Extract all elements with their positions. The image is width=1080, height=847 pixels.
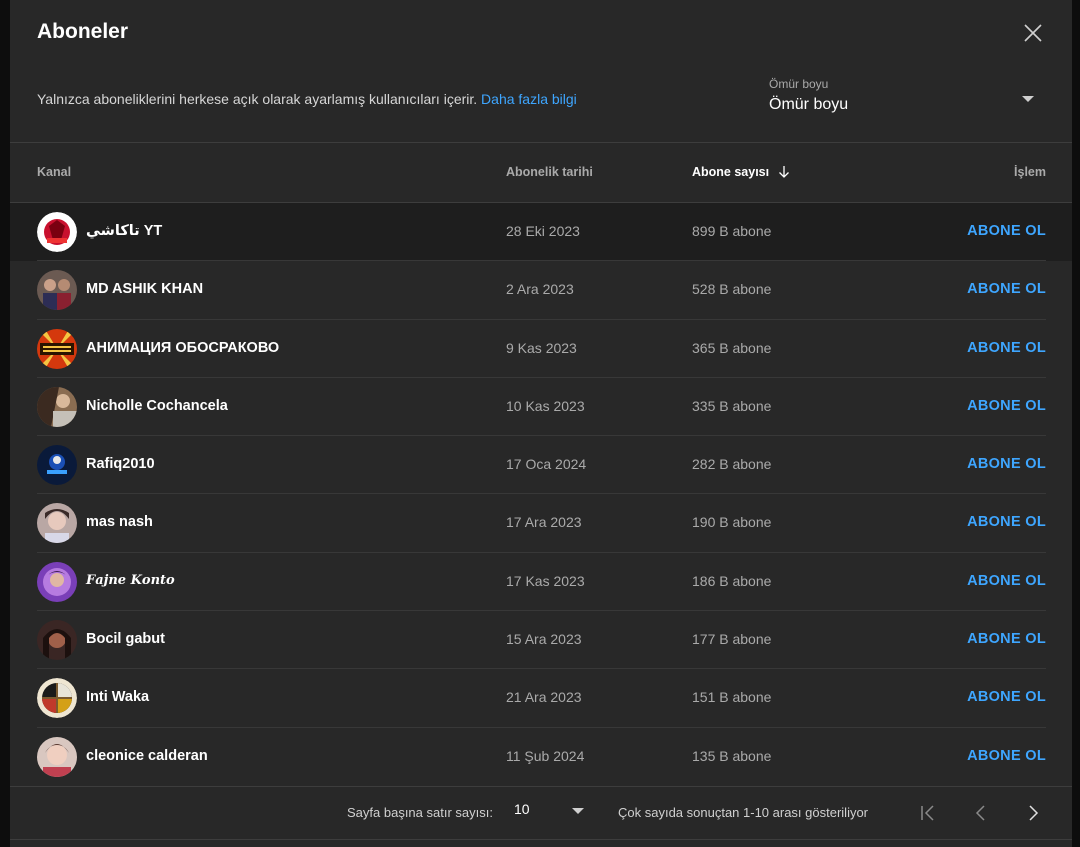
subscriber-count: 151 B abone [692, 689, 772, 706]
header-action: İşlem [1014, 165, 1046, 179]
chevron-left-icon [975, 805, 985, 821]
avatar[interactable] [37, 620, 77, 661]
subscribe-button[interactable]: ABONE OL [967, 223, 1046, 239]
subscribe-button[interactable]: ABONE OL [967, 514, 1046, 530]
avatar[interactable] [37, 328, 77, 369]
header-channel: Kanal [37, 165, 72, 179]
subscription-date: 21 Ara 2023 [506, 689, 582, 706]
subscriber-count: 282 B abone [692, 456, 772, 473]
channel-name[interactable]: Bocil gabut [86, 631, 165, 647]
avatar[interactable] [37, 212, 77, 252]
subscription-date: 28 Eki 2023 [506, 223, 580, 239]
header-subs[interactable]: Abone sayısı [692, 165, 791, 179]
subscription-date: 10 Kas 2023 [506, 397, 585, 414]
avatar[interactable] [37, 445, 77, 486]
divider [10, 142, 1072, 143]
subscription-date: 17 Kas 2023 [506, 572, 585, 589]
channel-name[interactable]: Inti Waka [86, 689, 149, 705]
avatar[interactable] [37, 736, 77, 777]
chevron-down-icon [572, 808, 584, 814]
table-row: cleonice calderan 11 Şub 2024 135 B abon… [10, 728, 1072, 786]
subscribe-button[interactable]: ABONE OL [967, 573, 1046, 589]
table-row: تاكاشي YT 28 Eki 2023 899 B abone ABONE … [10, 203, 1072, 262]
first-page-icon [921, 805, 934, 821]
description-text: Yalnızca aboneliklerini herkese açık ola… [37, 91, 478, 107]
subscription-date: 17 Oca 2024 [506, 456, 587, 473]
avatar[interactable] [37, 678, 77, 719]
channel-name[interactable]: Nicholle Cochancela [86, 398, 228, 414]
divider [10, 839, 1072, 840]
subscribe-button[interactable]: ABONE OL [967, 631, 1046, 647]
period-label: Ömür boyu [769, 77, 829, 91]
table-row: Nicholle Cochancela 10 Kas 2023 335 B ab… [10, 378, 1072, 437]
subscribers-dialog: Aboneler Yalnızca aboneliklerini herkese… [10, 0, 1072, 847]
subscriber-count: 190 B abone [692, 514, 772, 531]
close-button[interactable] [1021, 21, 1045, 45]
previous-page-button[interactable] [969, 801, 993, 825]
subscriber-list: تاكاشي YT 28 Eki 2023 899 B abone ABONE … [10, 203, 1072, 786]
avatar[interactable] [37, 386, 77, 427]
next-page-button[interactable] [1021, 801, 1045, 825]
avatar[interactable] [37, 503, 77, 544]
channel-name[interactable]: mas nash [86, 514, 153, 530]
rows-per-page-select[interactable]: 10 [514, 801, 584, 823]
subscriber-count: 177 B abone [692, 631, 772, 648]
table-row: mas nash 17 Ara 2023 190 B abone ABONE O… [10, 494, 1072, 553]
chevron-down-icon [1022, 96, 1034, 102]
period-dropdown[interactable]: Ömür boyu Ömür boyu [769, 77, 1049, 121]
subscribe-button[interactable]: ABONE OL [967, 340, 1046, 356]
channel-name[interactable]: MD ASHIK KHAN [86, 281, 203, 297]
subscriber-count: 135 B abone [692, 747, 772, 764]
subscribe-button[interactable]: ABONE OL [967, 398, 1046, 414]
table-row: MD ASHIK KHAN 2 Ara 2023 528 B abone ABO… [10, 261, 1072, 320]
table-row: 𝑭𝒂𝒋𝒏𝒆 𝑲𝒐𝒏𝒕𝒐 17 Kas 2023 186 B abone ABON… [10, 553, 1072, 612]
subscriber-count: 528 B abone [692, 281, 772, 298]
subscriber-count: 186 B abone [692, 572, 772, 589]
table-row: Bocil gabut 15 Ara 2023 177 B abone ABON… [10, 611, 1072, 670]
subscriber-count: 899 B abone [692, 223, 772, 239]
avatar[interactable] [37, 561, 77, 602]
close-icon [1024, 24, 1042, 42]
subscribe-button[interactable]: ABONE OL [967, 748, 1046, 764]
table-row: АНИМАЦИЯ ОБОСРАКОВО 9 Kas 2023 365 B abo… [10, 320, 1072, 378]
rows-per-page-label: Sayfa başına satır sayısı: [347, 805, 493, 820]
subscribe-button[interactable]: ABONE OL [967, 281, 1046, 297]
channel-name[interactable]: cleonice calderan [86, 748, 208, 764]
subscriber-count: 335 B abone [692, 397, 772, 414]
learn-more-link[interactable]: Daha fazla bilgi [481, 91, 577, 107]
rows-per-page-value: 10 [514, 801, 530, 817]
pagination-footer: Sayfa başına satır sayısı: 10 Çok sayıda… [10, 787, 1072, 839]
channel-name[interactable]: АНИМАЦИЯ ОБОСРАКОВО [86, 340, 279, 356]
subscribe-button[interactable]: ABONE OL [967, 689, 1046, 705]
first-page-button[interactable] [916, 801, 940, 825]
subscription-date: 17 Ara 2023 [506, 514, 582, 531]
subscription-date: 11 Şub 2024 [506, 747, 585, 764]
subscription-date: 15 Ara 2023 [506, 631, 582, 648]
avatar[interactable] [37, 270, 77, 311]
subscribe-button[interactable]: ABONE OL [967, 456, 1046, 472]
sort-arrow-down-icon [778, 165, 789, 178]
table-row: Inti Waka 21 Ara 2023 151 B abone ABONE … [10, 669, 1072, 728]
dialog-title: Aboneler [37, 20, 129, 43]
range-text: Çok sayıda sonuçtan 1-10 arası gösterili… [618, 805, 869, 820]
chevron-right-icon [1029, 805, 1039, 821]
header-subs-label: Abone sayısı [692, 165, 770, 179]
dialog-description: Yalnızca aboneliklerini herkese açık ola… [37, 91, 577, 107]
channel-name[interactable]: تاكاشي YT [86, 223, 162, 239]
table-row: Rafiq2010 17 Oca 2024 282 B abone ABONE … [10, 436, 1072, 495]
subscription-date: 9 Kas 2023 [506, 339, 577, 356]
channel-name[interactable]: Rafiq2010 [86, 456, 155, 472]
period-value: Ömür boyu [769, 96, 849, 113]
channel-name[interactable]: 𝑭𝒂𝒋𝒏𝒆 𝑲𝒐𝒏𝒕𝒐 [86, 573, 175, 588]
header-date[interactable]: Abonelik tarihi [506, 165, 593, 179]
subscriber-count: 365 B abone [692, 339, 772, 356]
subscription-date: 2 Ara 2023 [506, 281, 574, 298]
